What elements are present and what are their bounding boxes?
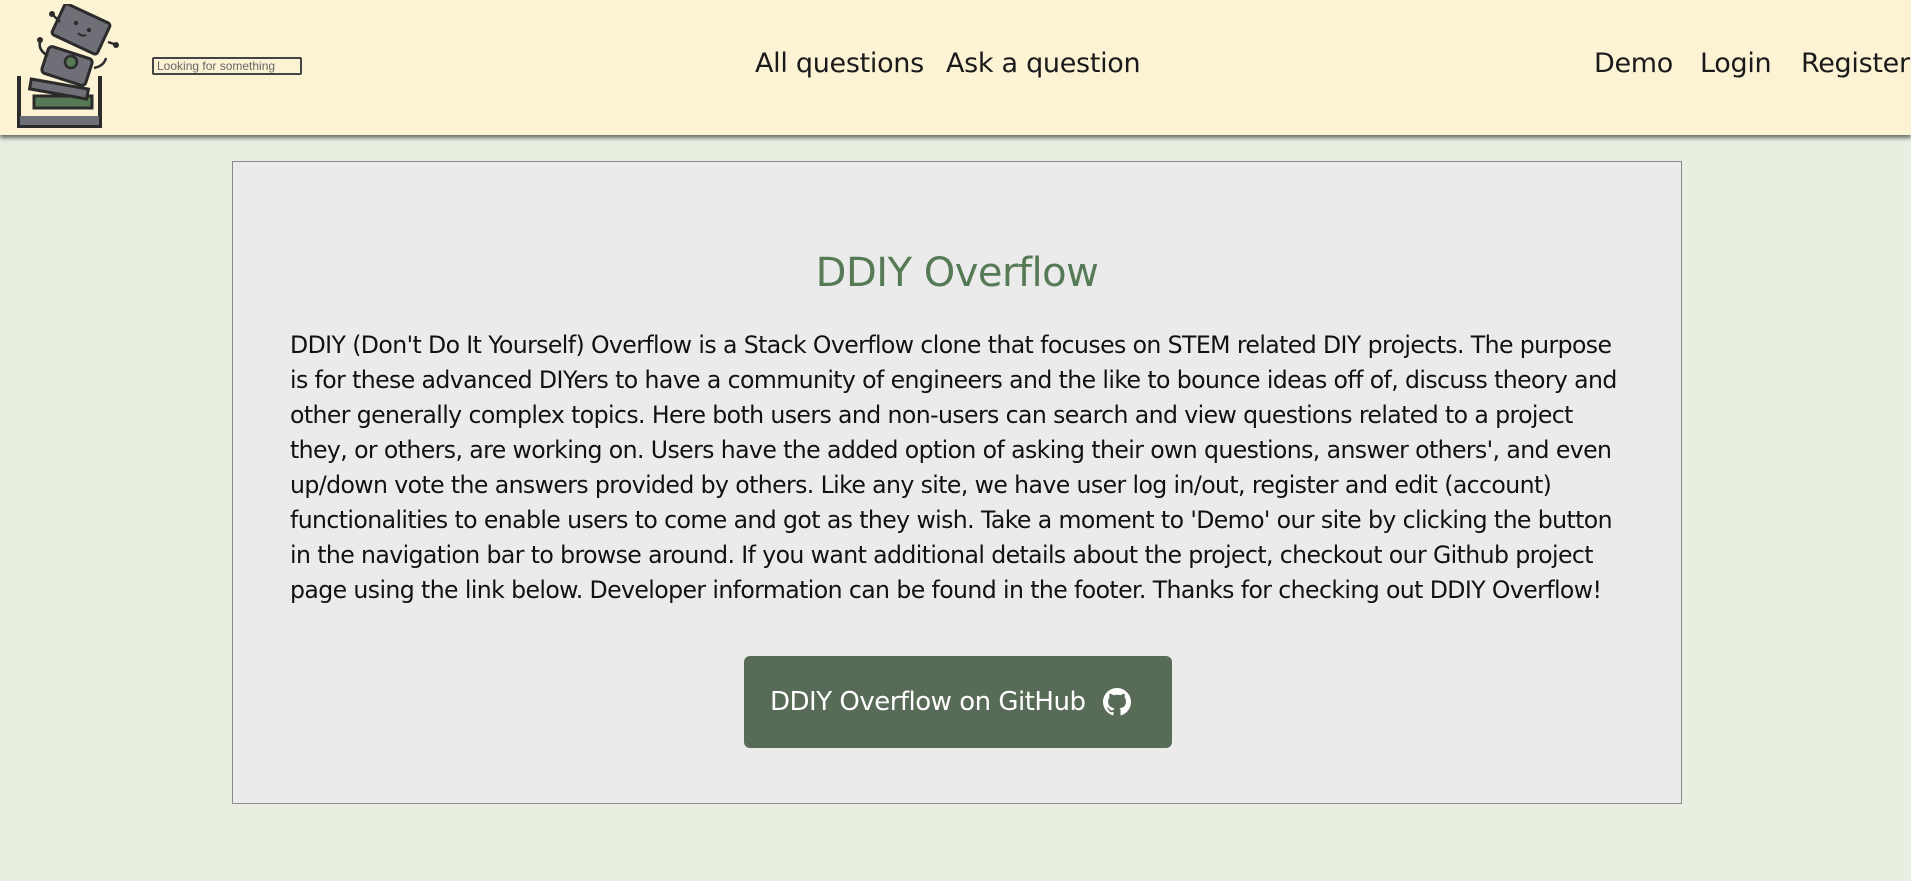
nav-demo-link[interactable]: Demo: [1594, 48, 1673, 79]
search-input[interactable]: [152, 57, 302, 75]
nav-all-questions-link[interactable]: All questions: [755, 48, 924, 79]
about-card: DDIY Overflow DDIY (Don't Do It Yourself…: [232, 161, 1682, 804]
page-title: DDIY Overflow: [815, 250, 1099, 296]
github-icon: [1103, 688, 1132, 716]
robot-stack-logo-icon: [17, 2, 119, 128]
nav-login-link[interactable]: Login: [1700, 48, 1772, 79]
nav-ask-question-link[interactable]: Ask a question: [946, 48, 1141, 79]
github-button-label: DDIY Overflow on GitHub: [770, 687, 1086, 717]
project-description: DDIY (Don't Do It Yourself) Overflow is …: [290, 331, 1617, 604]
nav-register-link[interactable]: Register: [1801, 48, 1910, 79]
top-navbar: All questions Ask a question Demo Login …: [0, 0, 1911, 135]
github-link-button[interactable]: DDIY Overflow on GitHub: [744, 656, 1172, 748]
site-logo[interactable]: [14, 2, 126, 130]
